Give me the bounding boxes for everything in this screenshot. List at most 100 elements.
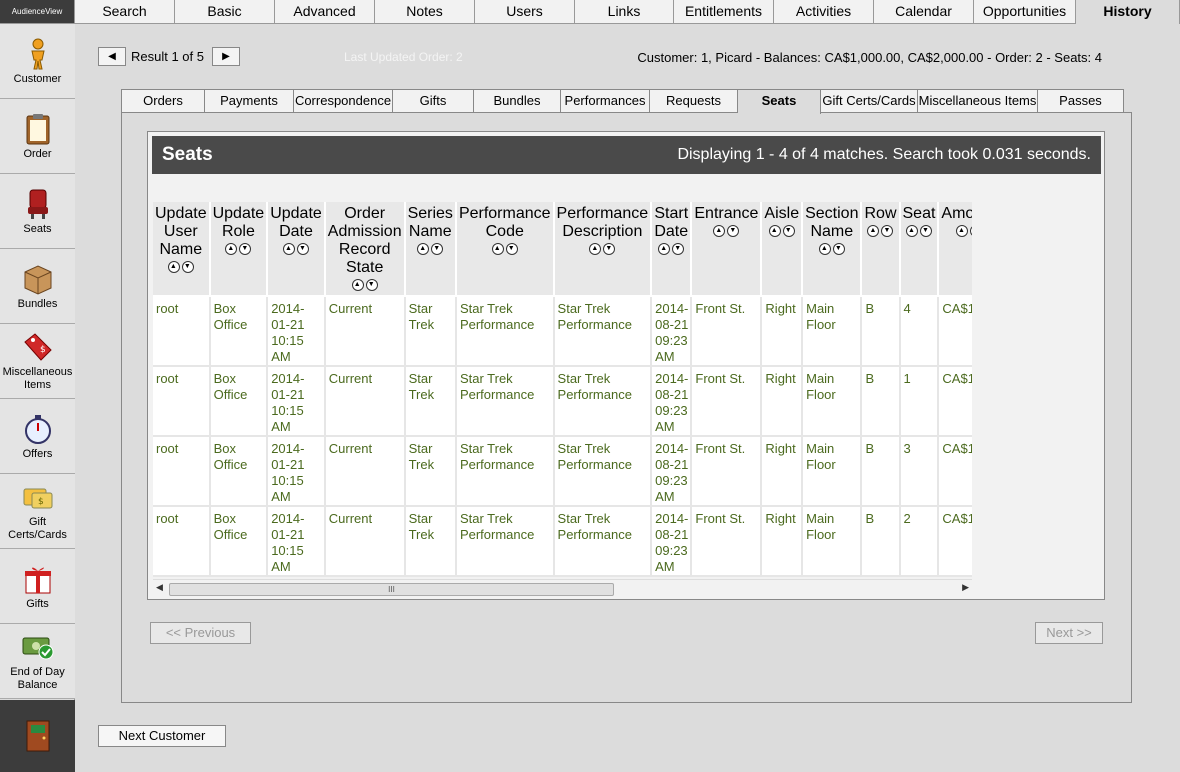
cell-aisle: Right (761, 366, 804, 437)
next-customer-button[interactable]: Next Customer (98, 725, 226, 747)
sort-descending-icon[interactable]: ▼ (431, 243, 444, 255)
sort-descending-icon[interactable]: ▼ (505, 243, 518, 255)
box-icon (24, 264, 51, 295)
previous-result-button[interactable]: ◀ (98, 47, 126, 66)
subtab-passes[interactable]: Passes (1038, 89, 1124, 113)
sort-descending-icon[interactable]: ▼ (969, 225, 972, 237)
grid-header: Seats Displaying 1 - 4 of 4 matches. Sea… (152, 136, 1101, 174)
sidebar-item-miscellaneous-items[interactable]: $ Miscellaneous Items (0, 324, 75, 399)
scroll-thumb[interactable]: III (169, 583, 614, 596)
column-header-label: Amount (941, 205, 972, 222)
sort-descending-icon[interactable]: ▼ (832, 243, 845, 255)
subtab-payments[interactable]: Payments (205, 89, 294, 113)
cell-update-user-name: root (153, 296, 211, 367)
sort-ascending-icon[interactable]: ▲ (713, 225, 726, 237)
sort-descending-icon[interactable]: ▼ (603, 243, 616, 255)
subtab-seats[interactable]: Seats (738, 89, 821, 114)
tab-entitlements[interactable]: Entitlements (674, 0, 774, 24)
subtab-correspondence[interactable]: Correspondence (294, 89, 393, 113)
column-header-label: Series Name (407, 205, 453, 240)
previous-page-button[interactable]: << Previous (150, 622, 251, 644)
tab-links[interactable]: Links (575, 0, 674, 24)
sort-descending-icon[interactable]: ▼ (365, 279, 378, 291)
sort-descending-icon[interactable]: ▼ (672, 243, 685, 255)
cash-check-icon (22, 637, 53, 660)
tab-basic[interactable]: Basic (175, 0, 275, 24)
tab-search[interactable]: Search (75, 0, 175, 24)
sort-ascending-icon[interactable]: ▲ (589, 243, 602, 255)
sidebar-item-customer[interactable]: Customer (0, 24, 75, 99)
tab-notes[interactable]: Notes (375, 0, 475, 24)
exit-button[interactable] (0, 700, 75, 772)
tab-activities[interactable]: Activities (774, 0, 874, 24)
cell-performance-description: Star Trek Performance (553, 436, 653, 507)
sort-ascending-icon[interactable]: ▲ (417, 243, 430, 255)
sort-ascending-icon[interactable]: ▲ (167, 261, 180, 273)
gift-card-icon: $ (23, 488, 52, 509)
sort-ascending-icon[interactable]: ▲ (867, 225, 880, 237)
sort-ascending-icon[interactable]: ▲ (905, 225, 918, 237)
subtab-performances[interactable]: Performances (561, 89, 650, 113)
sort-ascending-icon[interactable]: ▲ (818, 243, 831, 255)
table-row[interactable]: root Box Office 2014-01-21 10:15 AM Current… (153, 506, 972, 577)
cell-update-role: Box Office (209, 366, 269, 437)
subtab-orders[interactable]: Orders (121, 89, 205, 113)
sort-descending-icon[interactable]: ▼ (239, 243, 252, 255)
next-page-button[interactable]: Next >> (1035, 622, 1103, 644)
sort-ascending-icon[interactable]: ▲ (351, 279, 364, 291)
horizontal-scrollbar[interactable]: ◀ III ▶ (153, 579, 972, 596)
scroll-right-icon[interactable]: ▶ (962, 582, 969, 593)
table-row[interactable]: root Box Office 2014-01-21 10:15 AM Current… (153, 366, 972, 437)
top-navigation: Search Basic Advanced Notes Users Links Entitl… (75, 0, 1180, 24)
sidebar-item-order[interactable]: Order (0, 99, 75, 174)
tab-history[interactable]: History (1076, 0, 1180, 24)
sidebar-item-seats[interactable]: Seats (0, 174, 75, 249)
stopwatch-icon (24, 414, 51, 444)
sort-ascending-icon[interactable]: ▲ (955, 225, 968, 237)
sidebar-item-bundles[interactable]: Bundles (0, 249, 75, 324)
subtab-bundles[interactable]: Bundles (474, 89, 561, 113)
sort-descending-icon[interactable]: ▼ (881, 225, 894, 237)
table-row[interactable]: root Box Office 2014-01-21 10:15 AM Current… (153, 436, 972, 507)
exit-door-icon (26, 720, 49, 752)
column-header-series-name: Series Name ▲ ▼ (404, 202, 457, 297)
scroll-left-icon[interactable]: ◀ (156, 582, 163, 593)
sort-descending-icon[interactable]: ▼ (296, 243, 309, 255)
sidebar-item-gifts[interactable]: Gifts (0, 549, 75, 624)
svg-text:$: $ (40, 345, 46, 355)
column-header-row: Row ▲ ▼ (861, 202, 901, 297)
sort-descending-icon[interactable]: ▼ (727, 225, 740, 237)
sort-ascending-icon[interactable]: ▲ (225, 243, 238, 255)
subtab-gifts[interactable]: Gifts (393, 89, 474, 113)
sidebar-item-gift-certs-cards[interactable]: $ Gift Certs/Cards (0, 474, 75, 549)
sort-controls: ▲▼ (459, 242, 551, 255)
table-row[interactable]: root Box Office 2014-01-21 10:15 AM Current… (153, 296, 972, 367)
tab-calendar[interactable]: Calendar (874, 0, 974, 24)
next-result-button[interactable]: ▶ (212, 47, 240, 66)
sort-ascending-icon[interactable]: ▲ (282, 243, 295, 255)
sidebar-item-offers[interactable]: Offers (0, 399, 75, 474)
brand-logo: AudienceView (0, 0, 74, 24)
sidebar-item-end-of-day-balance[interactable]: End of Day Balance (0, 624, 75, 699)
subtab-gift-certs-cards[interactable]: Gift Certs/Cards (821, 89, 918, 113)
column-header-label: Aisle (764, 205, 800, 222)
sidebar-item-label: Offers (22, 447, 53, 460)
subtab-requests[interactable]: Requests (650, 89, 738, 113)
sort-ascending-icon[interactable]: ▲ (768, 225, 781, 237)
sort-descending-icon[interactable]: ▼ (919, 225, 932, 237)
column-header-start-date: Start Date ▲ ▼ (651, 202, 693, 297)
sort-ascending-icon[interactable]: ▲ (658, 243, 671, 255)
tab-advanced[interactable]: Advanced (275, 0, 375, 24)
sidebar: AudienceView Customer Order Seats Bundle… (0, 0, 75, 772)
cell-order-admission-record-state: Current (324, 436, 406, 507)
cell-seat: 4 (899, 296, 940, 367)
tab-opportunities[interactable]: Opportunities (974, 0, 1076, 24)
column-header-section-name: Section Name ▲ ▼ (802, 202, 863, 297)
sort-ascending-icon[interactable]: ▲ (491, 243, 504, 255)
sort-descending-icon[interactable]: ▼ (782, 225, 795, 237)
sort-descending-icon[interactable]: ▼ (181, 261, 194, 273)
cell-aisle: Right (761, 506, 804, 577)
subtab-miscellaneous-items[interactable]: Miscellaneous Items (918, 89, 1038, 113)
tab-users[interactable]: Users (475, 0, 575, 24)
column-header-label: Update User Name (155, 205, 207, 258)
